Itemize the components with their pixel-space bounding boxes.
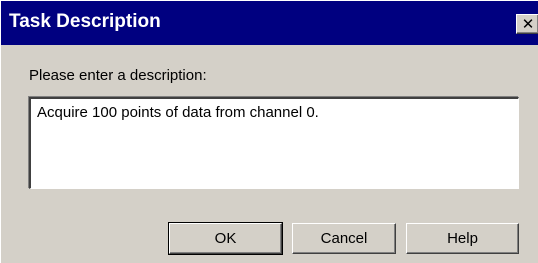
task-description-dialog: Task Description ✕ Please enter a descri… [0,0,538,263]
description-prompt-label: Please enter a description: [29,67,207,84]
close-button[interactable]: ✕ [516,14,538,34]
description-text-field[interactable]: Acquire 100 points of data from channel … [29,97,519,189]
ok-button[interactable]: OK [168,222,283,255]
cancel-button[interactable]: Cancel [292,223,396,254]
close-icon: ✕ [521,15,535,33]
dialog-title: Task Description [9,11,161,32]
title-bar[interactable]: Task Description ✕ [1,1,538,45]
help-button[interactable]: Help [406,223,519,254]
